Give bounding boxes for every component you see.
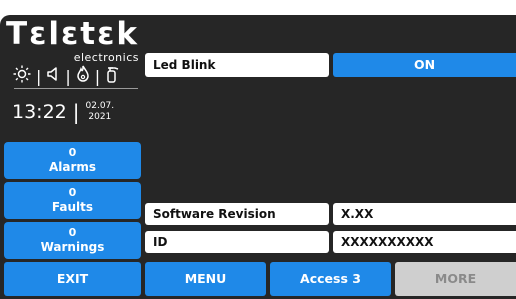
sun-icon xyxy=(13,65,31,87)
software-revision-value: X.XX xyxy=(333,203,516,225)
extinguisher-icon xyxy=(105,65,119,87)
access-level-button[interactable]: Access 3 xyxy=(270,262,391,296)
device-screen: Tεlεtεk electronics | | | 13:22 | 02.07.… xyxy=(0,15,516,299)
warnings-count: 0 xyxy=(68,226,77,239)
menu-button[interactable]: MENU xyxy=(145,262,266,296)
clock-date-year: 2021 xyxy=(88,112,112,122)
software-revision-label: Software Revision xyxy=(145,203,329,225)
warnings-label: Warnings xyxy=(40,240,105,254)
status-icons: | | | xyxy=(13,65,138,87)
led-blink-toggle[interactable]: ON xyxy=(333,53,516,77)
icon-separator: | xyxy=(36,66,42,86)
warnings-button[interactable]: 0 Warnings xyxy=(4,222,141,259)
clock-date-day: 02.07. xyxy=(85,101,115,111)
teletek-logo: Tεlεtεk xyxy=(6,16,139,52)
alarms-button[interactable]: 0 Alarms xyxy=(4,142,141,179)
faults-label: Faults xyxy=(51,200,94,214)
clock-date: 02.07. 2021 xyxy=(86,101,115,123)
faults-count: 0 xyxy=(68,186,77,199)
alarms-label: Alarms xyxy=(48,160,97,174)
faults-button[interactable]: 0 Faults xyxy=(4,182,141,219)
logo-subtitle: electronics xyxy=(73,51,139,64)
header-divider xyxy=(14,88,138,89)
icon-separator: | xyxy=(65,66,71,86)
clock: 13:22 | 02.07. 2021 xyxy=(12,92,142,132)
alarms-count: 0 xyxy=(68,146,77,159)
id-value: XXXXXXXXXX xyxy=(333,231,516,253)
fire-icon xyxy=(76,65,90,87)
more-button[interactable]: MORE xyxy=(395,262,516,296)
clock-separator: | xyxy=(72,100,80,124)
clock-time: 13:22 xyxy=(12,101,67,123)
speaker-icon xyxy=(46,65,60,87)
id-label: ID xyxy=(145,231,329,253)
exit-button[interactable]: EXIT xyxy=(4,262,141,296)
icon-separator: | xyxy=(94,66,101,86)
led-blink-label: Led Blink xyxy=(145,53,329,77)
